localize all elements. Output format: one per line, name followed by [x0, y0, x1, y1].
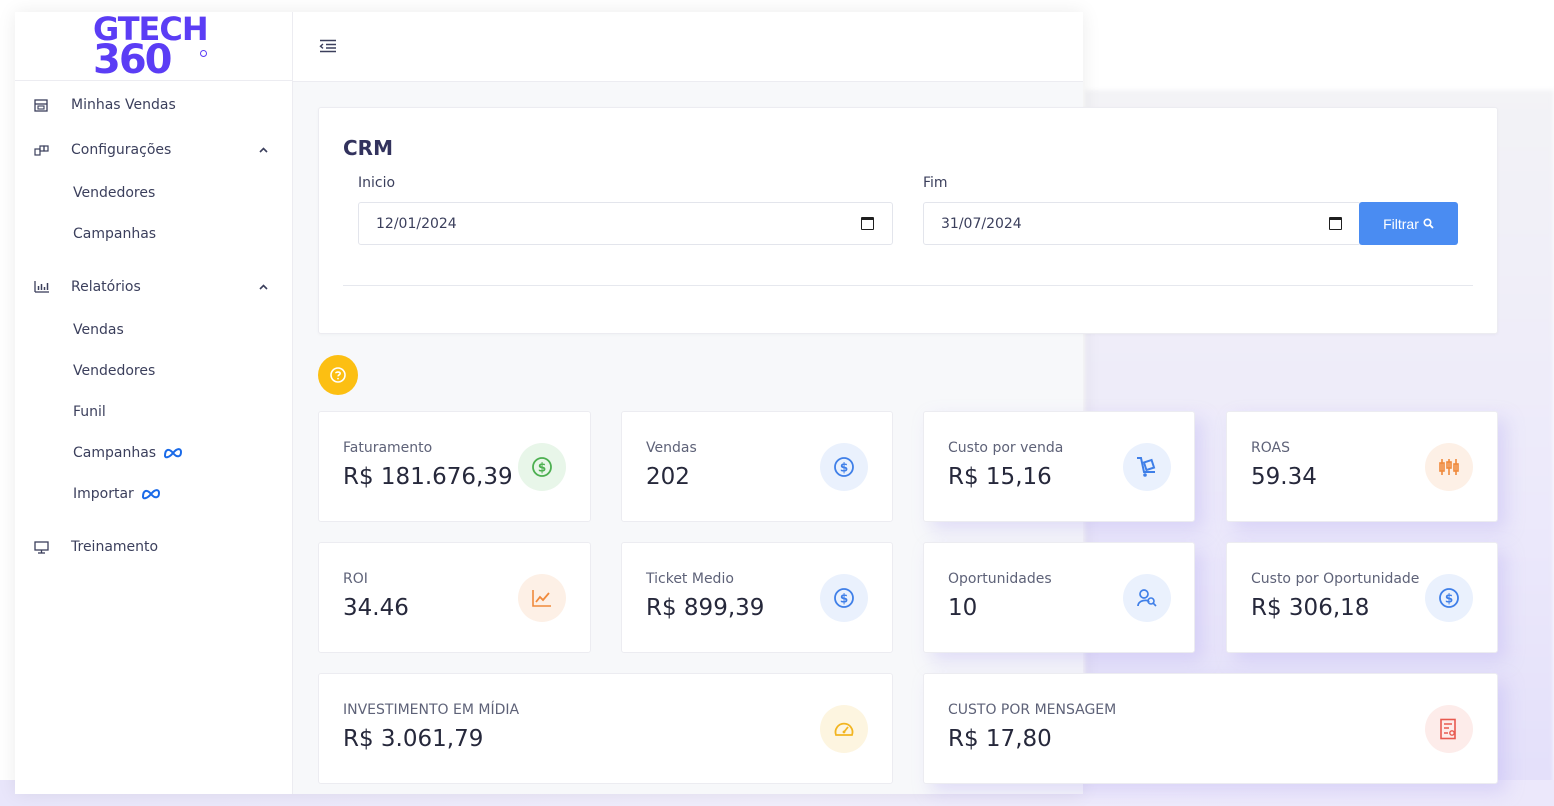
dollar-circle-icon: $ [820, 574, 868, 622]
card-divider [343, 285, 1473, 286]
svg-text:$: $ [538, 461, 546, 475]
sidebar: GTECH 360 Minhas Vendas Configurações Ve… [15, 12, 293, 794]
sidebar-subitem-vendedores[interactable]: Vendedores [73, 358, 155, 384]
kpi-label: Faturamento [343, 440, 433, 456]
kpi-card-ticket-medio: Ticket Medio R$ 899,39 $ [621, 542, 893, 653]
kpi-label: Custo por Oportunidade [1251, 571, 1420, 587]
dollar-circle-icon: $ [820, 443, 868, 491]
sidebar-subitem-vendedores[interactable]: Vendedores [73, 180, 155, 206]
kpi-value: 59.34 [1251, 464, 1317, 490]
calendar-icon[interactable] [861, 217, 874, 230]
line-chart-icon [518, 574, 566, 622]
dolly-icon [1123, 443, 1171, 491]
kpi-value: R$ 899,39 [646, 595, 765, 621]
end-date-input[interactable]: 31/07/2024 [923, 202, 1361, 245]
menu-collapse-icon[interactable] [319, 38, 337, 54]
page-title: CRM [343, 136, 393, 160]
sidebar-item-treinamento[interactable]: Treinamento [15, 532, 293, 562]
kpi-value: R$ 15,16 [948, 464, 1052, 490]
kpi-card-roi: ROI 34.46 [318, 542, 591, 653]
chevron-up-icon[interactable] [259, 282, 268, 293]
sidebar-subitem-label: Campanhas [73, 445, 157, 461]
kpi-card-custo-por-oportunidade: Custo por Oportunidade R$ 306,18 $ [1226, 542, 1498, 653]
bar-chart-icon [33, 279, 49, 295]
sidebar-subitem-label: Vendas [73, 322, 124, 338]
kpi-label: Oportunidades [948, 571, 1052, 587]
start-date-input[interactable]: 12/01/2024 [358, 202, 893, 245]
kpi-label: ROAS [1251, 440, 1290, 456]
sidebar-item-label: Treinamento [71, 539, 159, 555]
meta-icon [141, 488, 161, 500]
monitor-icon [33, 539, 49, 555]
svg-text:$: $ [840, 461, 848, 475]
kpi-label: CUSTO POR MENSAGEM [948, 702, 1117, 718]
sidebar-subitem-campanhas-meta[interactable]: Campanhas [73, 440, 183, 466]
end-date-label: Fim [923, 175, 948, 191]
dollar-circle-icon: $ [518, 443, 566, 491]
sidebar-item-configuracoes[interactable]: Configurações [15, 135, 293, 165]
sidebar-item-minhas-vendas[interactable]: Minhas Vendas [15, 90, 293, 120]
svg-text:$: $ [840, 592, 848, 606]
question-icon [330, 367, 346, 383]
kpi-card-faturamento: Faturamento R$ 181.676,39 $ [318, 411, 591, 522]
start-date-label: Inicio [358, 175, 396, 191]
kpi-value: 202 [646, 464, 690, 490]
dollar-circle-icon: $ [1425, 574, 1473, 622]
sidebar-subitem-campanhas[interactable]: Campanhas [73, 221, 156, 247]
sidebar-item-label: Minhas Vendas [71, 97, 176, 113]
kpi-card-vendas: Vendas 202 $ [621, 411, 893, 522]
sidebar-divider [15, 80, 293, 81]
topbar [293, 12, 1083, 82]
kpi-label: Vendas [646, 440, 697, 456]
sidebar-subitem-funil[interactable]: Funil [73, 399, 106, 425]
sidebar-subitem-label: Vendedores [73, 185, 156, 201]
help-button[interactable] [318, 355, 358, 395]
user-search-icon [1123, 574, 1171, 622]
sidebar-item-relatorios[interactable]: Relatórios [15, 272, 293, 302]
sidebar-subitem-vendas[interactable]: Vendas [73, 317, 124, 343]
sidebar-item-label: Relatórios [71, 279, 141, 295]
sidebar-subitem-label: Importar [73, 486, 134, 502]
kpi-value: R$ 3.061,79 [343, 726, 484, 752]
filter-button-label: Filtrar [1383, 215, 1419, 232]
config-icon [33, 142, 49, 158]
end-date-value: 31/07/2024 [941, 215, 1022, 232]
svg-text:$: $ [1445, 592, 1453, 606]
sidebar-subitem-label: Funil [73, 404, 106, 420]
store-icon [33, 97, 49, 113]
kpi-value: R$ 17,80 [948, 726, 1052, 752]
chevron-up-icon[interactable] [259, 145, 268, 156]
invoice-icon [1425, 705, 1473, 753]
sidebar-subitem-importar-meta[interactable]: Importar [73, 481, 161, 507]
kpi-card-oportunidades: Oportunidades 10 [923, 542, 1195, 653]
sidebar-item-label: Configurações [71, 142, 172, 158]
kpi-value: 10 [948, 595, 978, 621]
meta-icon [163, 447, 183, 459]
kpi-label: Ticket Medio [646, 571, 734, 587]
kpi-value: R$ 181.676,39 [343, 464, 513, 490]
kpi-value: 34.46 [343, 595, 409, 621]
calendar-icon[interactable] [1329, 217, 1342, 230]
kpi-label: ROI [343, 571, 368, 587]
kpi-card-roas: ROAS 59.34 [1226, 411, 1498, 522]
kpi-card-custo-por-venda: Custo por venda R$ 15,16 [923, 411, 1195, 522]
kpi-label: INVESTIMENTO EM MÍDIA [343, 702, 520, 718]
crm-filter-card: CRM Inicio 12/01/2024 Fim 31/07/2024 Fil… [318, 107, 1498, 334]
search-icon [1423, 218, 1434, 229]
kpi-label: Custo por venda [948, 440, 1064, 456]
sidebar-subitem-label: Campanhas [73, 226, 157, 242]
candlestick-icon [1425, 443, 1473, 491]
kpi-value: R$ 306,18 [1251, 595, 1370, 621]
kpi-card-investimento-em-midia: INVESTIMENTO EM MÍDIA R$ 3.061,79 [318, 673, 893, 784]
start-date-value: 12/01/2024 [376, 215, 457, 232]
brand-logo[interactable]: GTECH 360 [93, 14, 213, 74]
speedometer-icon [820, 705, 868, 753]
filter-button[interactable]: Filtrar [1359, 202, 1458, 245]
registered-mark [200, 50, 207, 57]
kpi-card-custo-por-mensagem: CUSTO POR MENSAGEM R$ 17,80 [923, 673, 1498, 784]
sidebar-subitem-label: Vendedores [73, 363, 156, 379]
